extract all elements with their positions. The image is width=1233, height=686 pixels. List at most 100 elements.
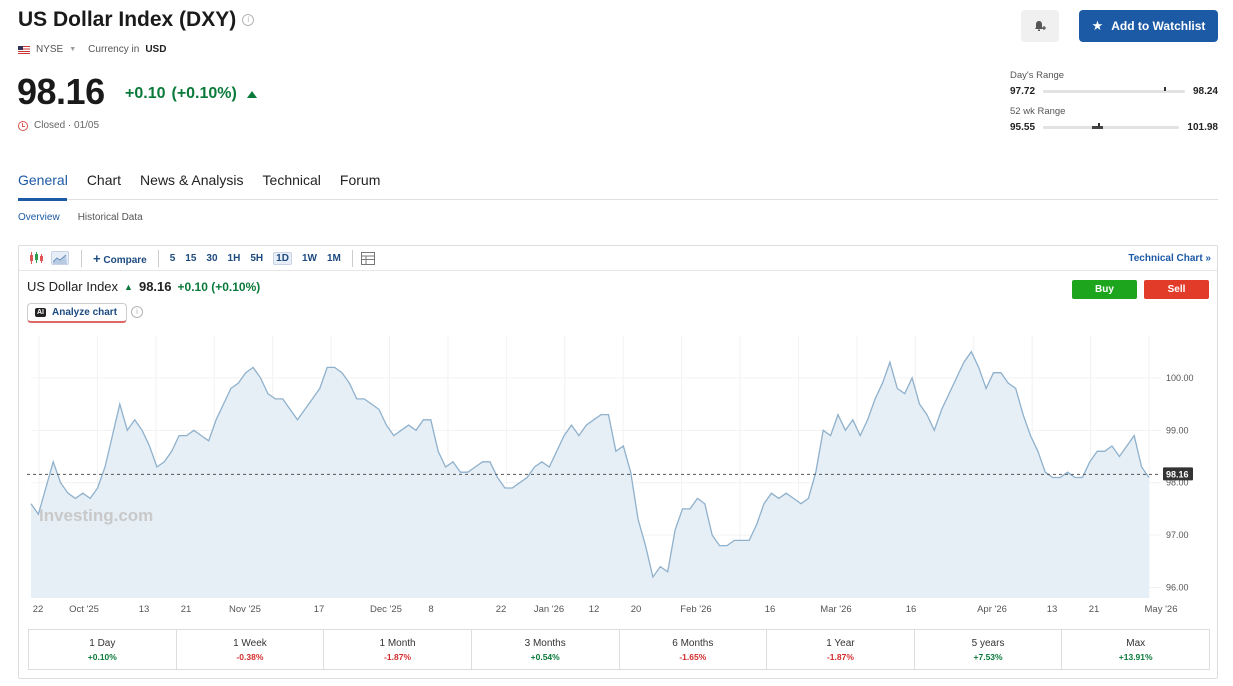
watchlist-label: Add to Watchlist xyxy=(1111,19,1206,33)
interval-30[interactable]: 30 xyxy=(206,253,217,264)
candlestick-icon[interactable] xyxy=(27,251,45,265)
price-alert-button[interactable] xyxy=(1021,10,1059,42)
active-tab-indicator xyxy=(18,198,67,201)
performance-period: 5 years xyxy=(971,638,1005,649)
interval-5[interactable]: 5 xyxy=(170,253,176,264)
info-icon[interactable]: i xyxy=(131,306,143,318)
x-tick-label: 16 xyxy=(906,604,917,615)
performance-value: +13.91% xyxy=(1118,652,1153,662)
performance-value: +0.10% xyxy=(87,652,117,662)
x-tick-label: 17 xyxy=(314,604,325,615)
compare-label: Compare xyxy=(103,254,147,266)
change-abs: +0.10 xyxy=(125,85,166,102)
interval-1m[interactable]: 1M xyxy=(327,253,341,264)
x-tick-label: Jan '26 xyxy=(534,604,564,615)
technical-chart-link[interactable]: Technical Chart » xyxy=(1128,253,1211,264)
interval-1h[interactable]: 1H xyxy=(228,253,241,264)
performance-cell[interactable]: 1 Year -1.87% xyxy=(767,630,915,669)
performance-period: 1 Week xyxy=(233,638,267,649)
x-tick-label: 22 xyxy=(33,604,44,615)
arrow-up-icon: ▲ xyxy=(124,281,133,292)
performance-cell[interactable]: 1 Month -1.87% xyxy=(324,630,472,669)
subtab-historical-data[interactable]: Historical Data xyxy=(78,212,143,223)
sell-button[interactable]: Sell xyxy=(1144,280,1209,299)
main-tabs: General Chart News & Analysis Technical … xyxy=(18,172,380,188)
currency-value: USD xyxy=(145,44,167,55)
x-tick-label: 8 xyxy=(428,604,433,615)
sub-tabs: Overview Historical Data xyxy=(18,212,143,223)
price-area-chart[interactable]: Investing.com100.0099.0098.0097.0096.009… xyxy=(19,326,1217,626)
x-tick-label: 13 xyxy=(1047,604,1058,615)
days-range-high: 98.24 xyxy=(1192,86,1218,97)
tab-forum[interactable]: Forum xyxy=(340,172,380,188)
x-tick-label: 13 xyxy=(139,604,150,615)
toolbar-separator xyxy=(157,249,159,267)
x-tick-label: 21 xyxy=(181,604,192,615)
chevron-down-icon[interactable]: ▼ xyxy=(69,46,76,53)
52wk-range-bar xyxy=(1043,123,1180,129)
currency-label: Currency in xyxy=(88,44,140,55)
analyze-chart-button[interactable]: AI Analyze chart xyxy=(27,303,127,323)
compare-button[interactable]: + Compare xyxy=(93,251,147,266)
market-status-text: Closed · 01/05 xyxy=(34,120,100,131)
performance-period: 1 Month xyxy=(379,638,416,649)
interval-5h[interactable]: 5H xyxy=(250,253,263,264)
performance-value: -1.87% xyxy=(384,652,412,662)
interval-1w[interactable]: 1W xyxy=(302,253,317,264)
last-price-label: 98.16 xyxy=(1166,469,1189,479)
x-tick-label: 12 xyxy=(589,604,600,615)
analyze-chart-label: Analyze chart xyxy=(52,307,118,318)
chart-widget: + Compare 5 15 30 1H 5H 1D 1W 1M Technic… xyxy=(18,245,1218,679)
y-tick-label: 97.00 xyxy=(1166,530,1189,540)
tab-news-analysis[interactable]: News & Analysis xyxy=(140,172,243,188)
toolbar-separator xyxy=(351,249,353,267)
performance-cell[interactable]: 1 Week -0.38% xyxy=(177,630,325,669)
performance-cell[interactable]: 1 Day +0.10% xyxy=(29,630,177,669)
page-title: US Dollar Index (DXY) i xyxy=(18,8,255,32)
clock-icon xyxy=(18,120,28,131)
x-tick-label: 16 xyxy=(765,604,776,615)
add-to-watchlist-button[interactable]: ★ Add to Watchlist xyxy=(1079,10,1218,42)
performance-cell[interactable]: 3 Months +0.54% xyxy=(472,630,620,669)
52wk-range-marker xyxy=(1097,123,1100,127)
x-tick-label: Mar '26 xyxy=(820,604,851,615)
days-range-bar xyxy=(1043,87,1185,93)
performance-cell[interactable]: 5 years +7.53% xyxy=(915,630,1063,669)
x-tick-label: Apr '26 xyxy=(977,604,1007,615)
chart-toolbar: + Compare 5 15 30 1H 5H 1D 1W 1M Technic… xyxy=(19,246,1217,271)
exchange-label[interactable]: NYSE xyxy=(36,44,63,55)
52wk-range: 52 wk Range 95.55 101.98 xyxy=(1010,106,1218,133)
x-tick-label: 22 xyxy=(496,604,507,615)
investing-watermark: Investing.com xyxy=(39,506,153,525)
x-tick-label: Nov '25 xyxy=(229,604,261,615)
performance-period: 3 Months xyxy=(524,638,566,649)
performance-value: -0.38% xyxy=(236,652,264,662)
days-range-marker xyxy=(1163,87,1166,91)
tab-divider xyxy=(18,199,1218,200)
performance-cell[interactable]: Max +13.91% xyxy=(1062,630,1209,669)
performance-value: +0.54% xyxy=(530,652,560,662)
tab-general[interactable]: General xyxy=(18,172,68,188)
subtab-overview[interactable]: Overview xyxy=(18,212,60,223)
tab-chart[interactable]: Chart xyxy=(87,172,121,188)
performance-cell[interactable]: 6 Months -1.65% xyxy=(620,630,768,669)
interval-1d[interactable]: 1D xyxy=(273,251,292,265)
table-icon[interactable] xyxy=(359,251,377,265)
area-chart-icon[interactable] xyxy=(51,251,69,265)
y-tick-label: 100.00 xyxy=(1166,373,1194,383)
price-change: +0.10 (+0.10%) xyxy=(125,85,257,103)
buy-button[interactable]: Buy xyxy=(1072,280,1137,299)
days-range-low: 97.72 xyxy=(1010,86,1036,97)
last-price: 98.16 xyxy=(17,71,105,112)
info-icon[interactable]: i xyxy=(242,14,255,26)
star-icon: ★ xyxy=(1091,18,1104,33)
x-tick-label: Dec '25 xyxy=(370,604,402,615)
days-range: Day's Range 97.72 98.24 xyxy=(1010,70,1218,97)
tab-technical[interactable]: Technical xyxy=(263,172,321,188)
exchange-meta: NYSE ▼ Currency in USD xyxy=(18,44,166,55)
52wk-range-high: 101.98 xyxy=(1187,122,1218,133)
change-pct: (+0.10%) xyxy=(171,85,237,102)
interval-15[interactable]: 15 xyxy=(185,253,196,264)
instrument-price: 98.16 xyxy=(138,279,172,294)
performance-strip: 1 Day +0.10% 1 Week -0.38% 1 Month -1.87% 3 Mo… xyxy=(28,629,1210,670)
